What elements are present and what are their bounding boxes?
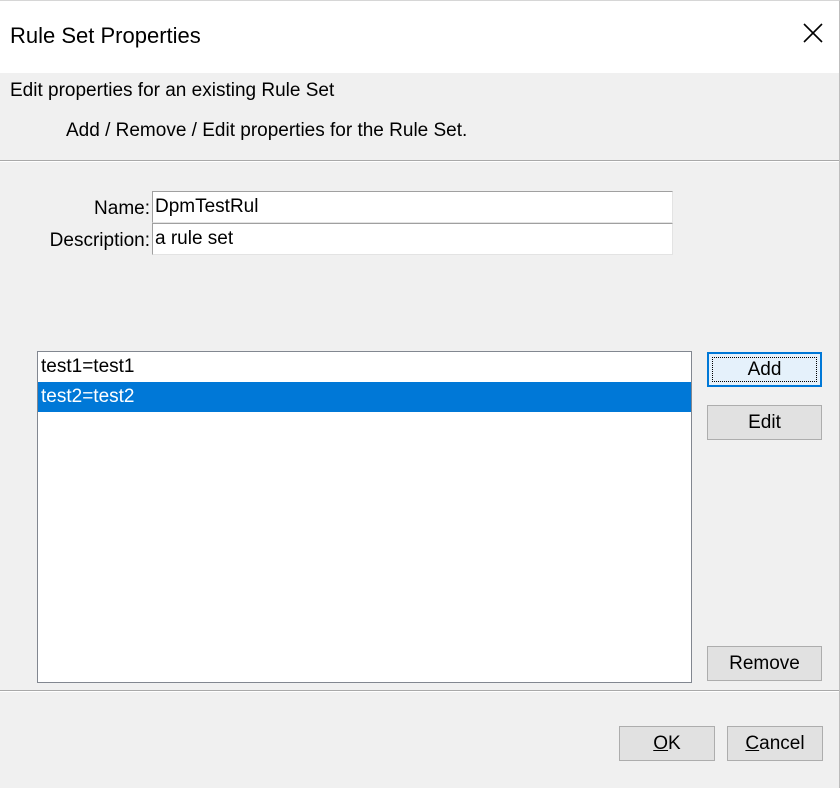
cancel-mnemonic: C (745, 732, 760, 754)
rule-set-properties-dialog: Rule Set Properties Edit properties for … (0, 0, 840, 788)
cancel-label-rest: ancel (759, 732, 805, 754)
edit-button[interactable]: Edit (707, 405, 822, 440)
dialog-header: Edit properties for an existing Rule Set… (0, 73, 839, 160)
window-title: Rule Set Properties (10, 23, 201, 48)
ok-button[interactable]: OK (619, 726, 715, 761)
remove-button[interactable]: Remove (707, 646, 822, 681)
add-button[interactable]: Add (707, 352, 822, 387)
add-button-label: Add (747, 358, 782, 380)
properties-list[interactable]: test1=test1 test2=test2 (37, 351, 692, 683)
ok-button-label: OK (653, 733, 680, 755)
footer-divider (0, 690, 839, 692)
header-title: Edit properties for an existing Rule Set (10, 80, 335, 101)
cancel-button-label: Cancel (745, 733, 804, 755)
remove-button-label: Remove (729, 652, 800, 674)
name-label: Name: (94, 198, 150, 219)
edit-button-label: Edit (748, 411, 781, 433)
header-divider (0, 160, 839, 162)
close-button[interactable] (793, 13, 833, 53)
description-label: Description: (49, 230, 150, 251)
close-icon (803, 23, 823, 43)
list-item-selected[interactable]: test2=test2 (38, 382, 691, 412)
ok-mnemonic: O (653, 732, 669, 754)
cancel-button[interactable]: Cancel (727, 726, 823, 761)
ok-label-rest: K (668, 732, 681, 754)
header-subtitle: Add / Remove / Edit properties for the R… (66, 120, 468, 141)
list-item[interactable]: test1=test1 (38, 352, 691, 382)
title-bar[interactable]: Rule Set Properties (0, 1, 839, 73)
name-field[interactable] (152, 191, 673, 223)
description-field[interactable] (152, 223, 673, 255)
